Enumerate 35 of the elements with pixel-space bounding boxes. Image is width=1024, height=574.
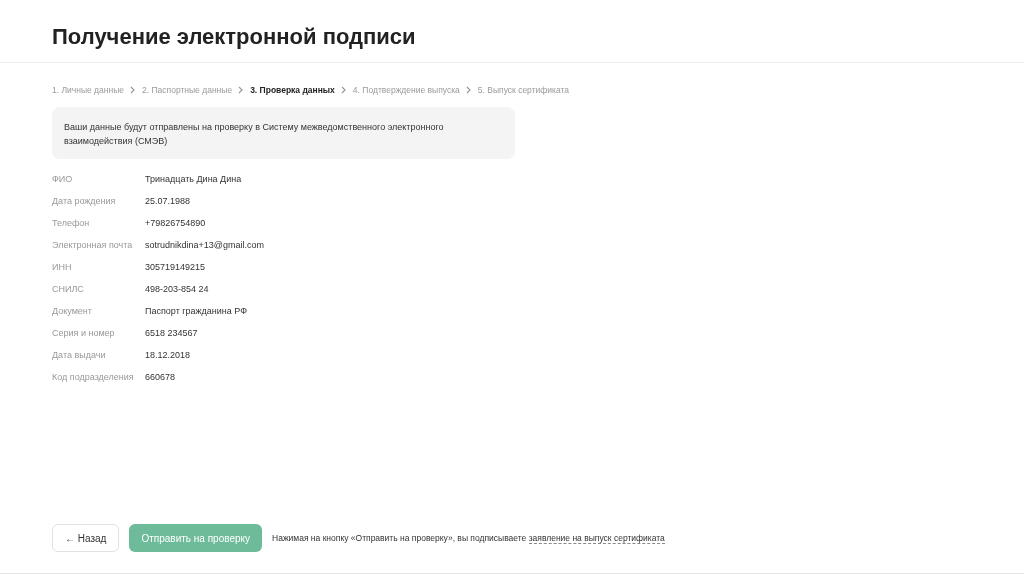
field-label: ФИО <box>52 174 74 184</box>
step-link[interactable]: 2. Паспортные данные <box>142 85 233 95</box>
back-button[interactable]: ← Назад <box>52 524 120 552</box>
field-label: СНИЛС <box>52 284 85 294</box>
field-value: Тринадцать Дина Дина <box>145 174 242 184</box>
step-link[interactable]: 5. Выпуск сертификата <box>477 85 570 95</box>
step-link[interactable]: 1. Личные данные <box>52 85 124 95</box>
field-label: Серия и номер <box>52 328 116 338</box>
field-value: 305719149215 <box>145 262 206 272</box>
field-label: Дата рождения <box>52 196 117 206</box>
field-label: Дата выдачи <box>52 350 107 360</box>
field-label: Документ <box>52 306 93 316</box>
field-label: Код подразделения <box>52 372 135 382</box>
step-link[interactable]: 3. Проверка данных <box>250 85 335 95</box>
field-label: ИНН <box>52 262 73 272</box>
field-value: 6518 234567 <box>145 328 198 338</box>
chevron-icon <box>465 86 472 94</box>
field-value: Паспорт гражданина РФ <box>145 306 248 316</box>
field-label: Телефон <box>52 218 91 228</box>
chevron-icon <box>130 86 136 94</box>
step-link[interactable]: 4. Подтверждение выпуска <box>352 85 460 95</box>
field-label: Электронная почта <box>52 240 134 250</box>
field-value: 660678 <box>145 372 176 382</box>
submit-button[interactable]: Отправить на проверку <box>129 524 262 552</box>
field-value: +79826754890 <box>145 218 206 228</box>
chevron-icon <box>340 86 347 94</box>
field-value: 25.07.1988 <box>145 196 191 206</box>
application-link[interactable]: заявление на выпуск сертификата <box>528 533 665 544</box>
page-title: Получение электронной подписи <box>0 0 1024 63</box>
chevron-icon <box>238 86 245 94</box>
consent-note: Нажимая на кнопку «Отправить на проверку», вы подписываете заявление на выпуск сертификата <box>272 533 665 543</box>
field-value: 498-203-854 24 <box>145 284 209 294</box>
info-notice: Ваши данные будут отправлены на проверку в Систему межведомственного электронного взаимодействия (СМЭВ) <box>52 107 515 159</box>
field-value: sotrudnikdina+13@gmail.com <box>145 240 264 250</box>
field-value: 18.12.2018 <box>145 350 191 360</box>
